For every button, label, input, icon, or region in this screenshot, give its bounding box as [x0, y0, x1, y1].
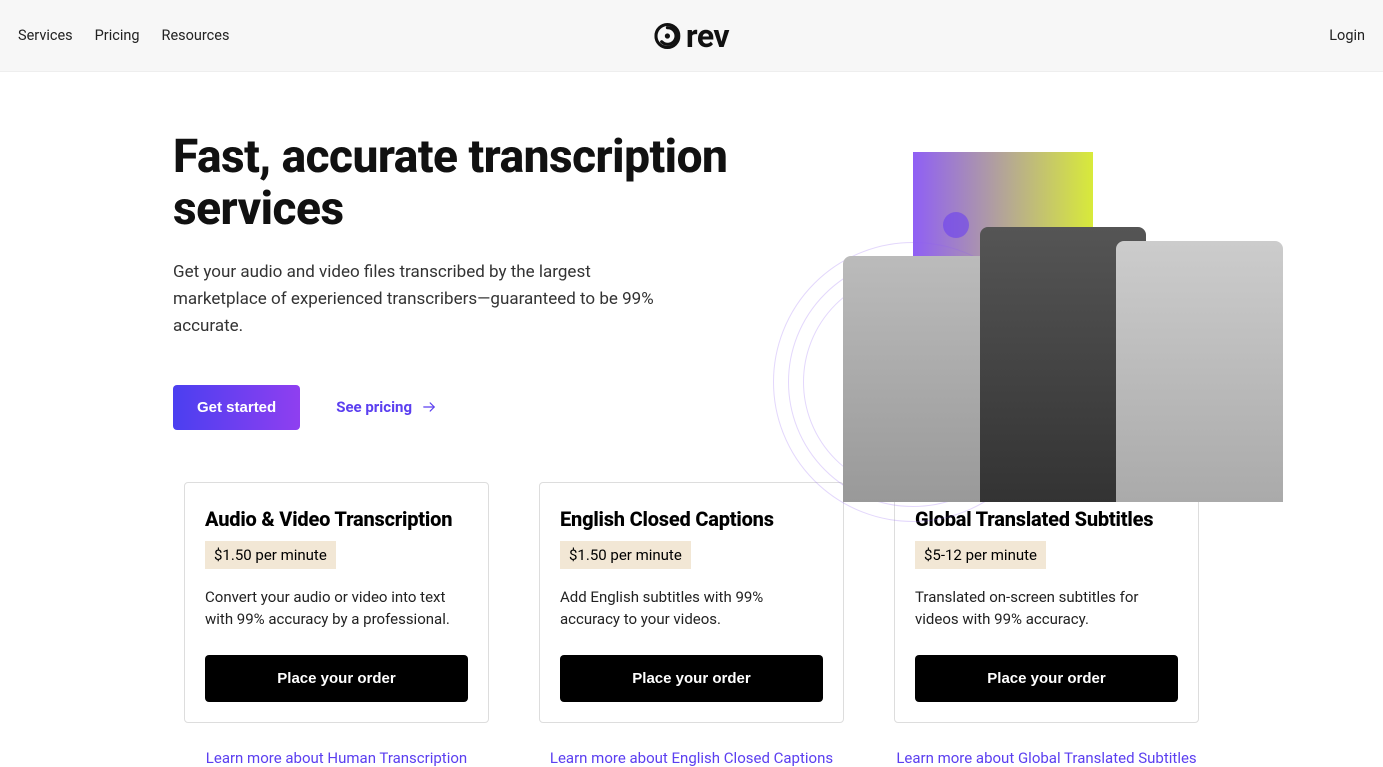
learn-more-captions[interactable]: Learn more about English Closed Captions [539, 749, 844, 767]
arrow-right-icon [420, 400, 438, 414]
card-col-captions: English Closed Captions $1.50 per minute… [539, 482, 844, 767]
price-badge: $5-12 per minute [915, 541, 1046, 569]
see-pricing-link[interactable]: See pricing [336, 398, 438, 416]
card-captions: English Closed Captions $1.50 per minute… [539, 482, 844, 723]
get-started-button[interactable]: Get started [173, 385, 300, 430]
brand-logo[interactable]: rev [654, 17, 729, 55]
nav-pricing[interactable]: Pricing [95, 27, 140, 44]
learn-more-transcription[interactable]: Learn more about Human Transcription [184, 749, 489, 767]
card-title: English Closed Captions [560, 507, 823, 531]
header: Services Pricing Resources rev Login [0, 0, 1383, 72]
learn-more-subtitles[interactable]: Learn more about Global Translated Subti… [894, 749, 1199, 767]
place-order-button[interactable]: Place your order [560, 655, 823, 702]
brand-text: rev [686, 17, 729, 55]
service-cards: Audio & Video Transcription $1.50 per mi… [0, 482, 1383, 767]
card-title: Audio & Video Transcription [205, 507, 468, 531]
place-order-button[interactable]: Place your order [915, 655, 1178, 702]
hero-image [783, 152, 1283, 502]
hero-title: Fast, accurate transcription services [173, 132, 733, 235]
card-desc: Add English subtitles with 99% accuracy … [560, 587, 823, 631]
hero-subtitle: Get your audio and video files transcrib… [173, 259, 673, 341]
card-col-transcription: Audio & Video Transcription $1.50 per mi… [184, 482, 489, 767]
nav-login[interactable]: Login [1329, 27, 1365, 44]
card-desc: Translated on-screen subtitles for video… [915, 587, 1178, 631]
place-order-button[interactable]: Place your order [205, 655, 468, 702]
price-badge: $1.50 per minute [205, 541, 336, 569]
see-pricing-label: See pricing [336, 398, 412, 416]
card-transcription: Audio & Video Transcription $1.50 per mi… [184, 482, 489, 723]
nav-left: Services Pricing Resources [18, 27, 229, 44]
hero-cta-row: Get started See pricing [173, 385, 733, 430]
hero-content: Fast, accurate transcription services Ge… [173, 132, 733, 430]
logo-icon [654, 23, 680, 49]
hero-section: Fast, accurate transcription services Ge… [0, 72, 1383, 452]
card-col-subtitles: Global Translated Subtitles $5-12 per mi… [894, 482, 1199, 767]
card-desc: Convert your audio or video into text wi… [205, 587, 468, 631]
price-badge: $1.50 per minute [560, 541, 691, 569]
nav-resources[interactable]: Resources [162, 27, 230, 44]
nav-services[interactable]: Services [18, 27, 73, 44]
